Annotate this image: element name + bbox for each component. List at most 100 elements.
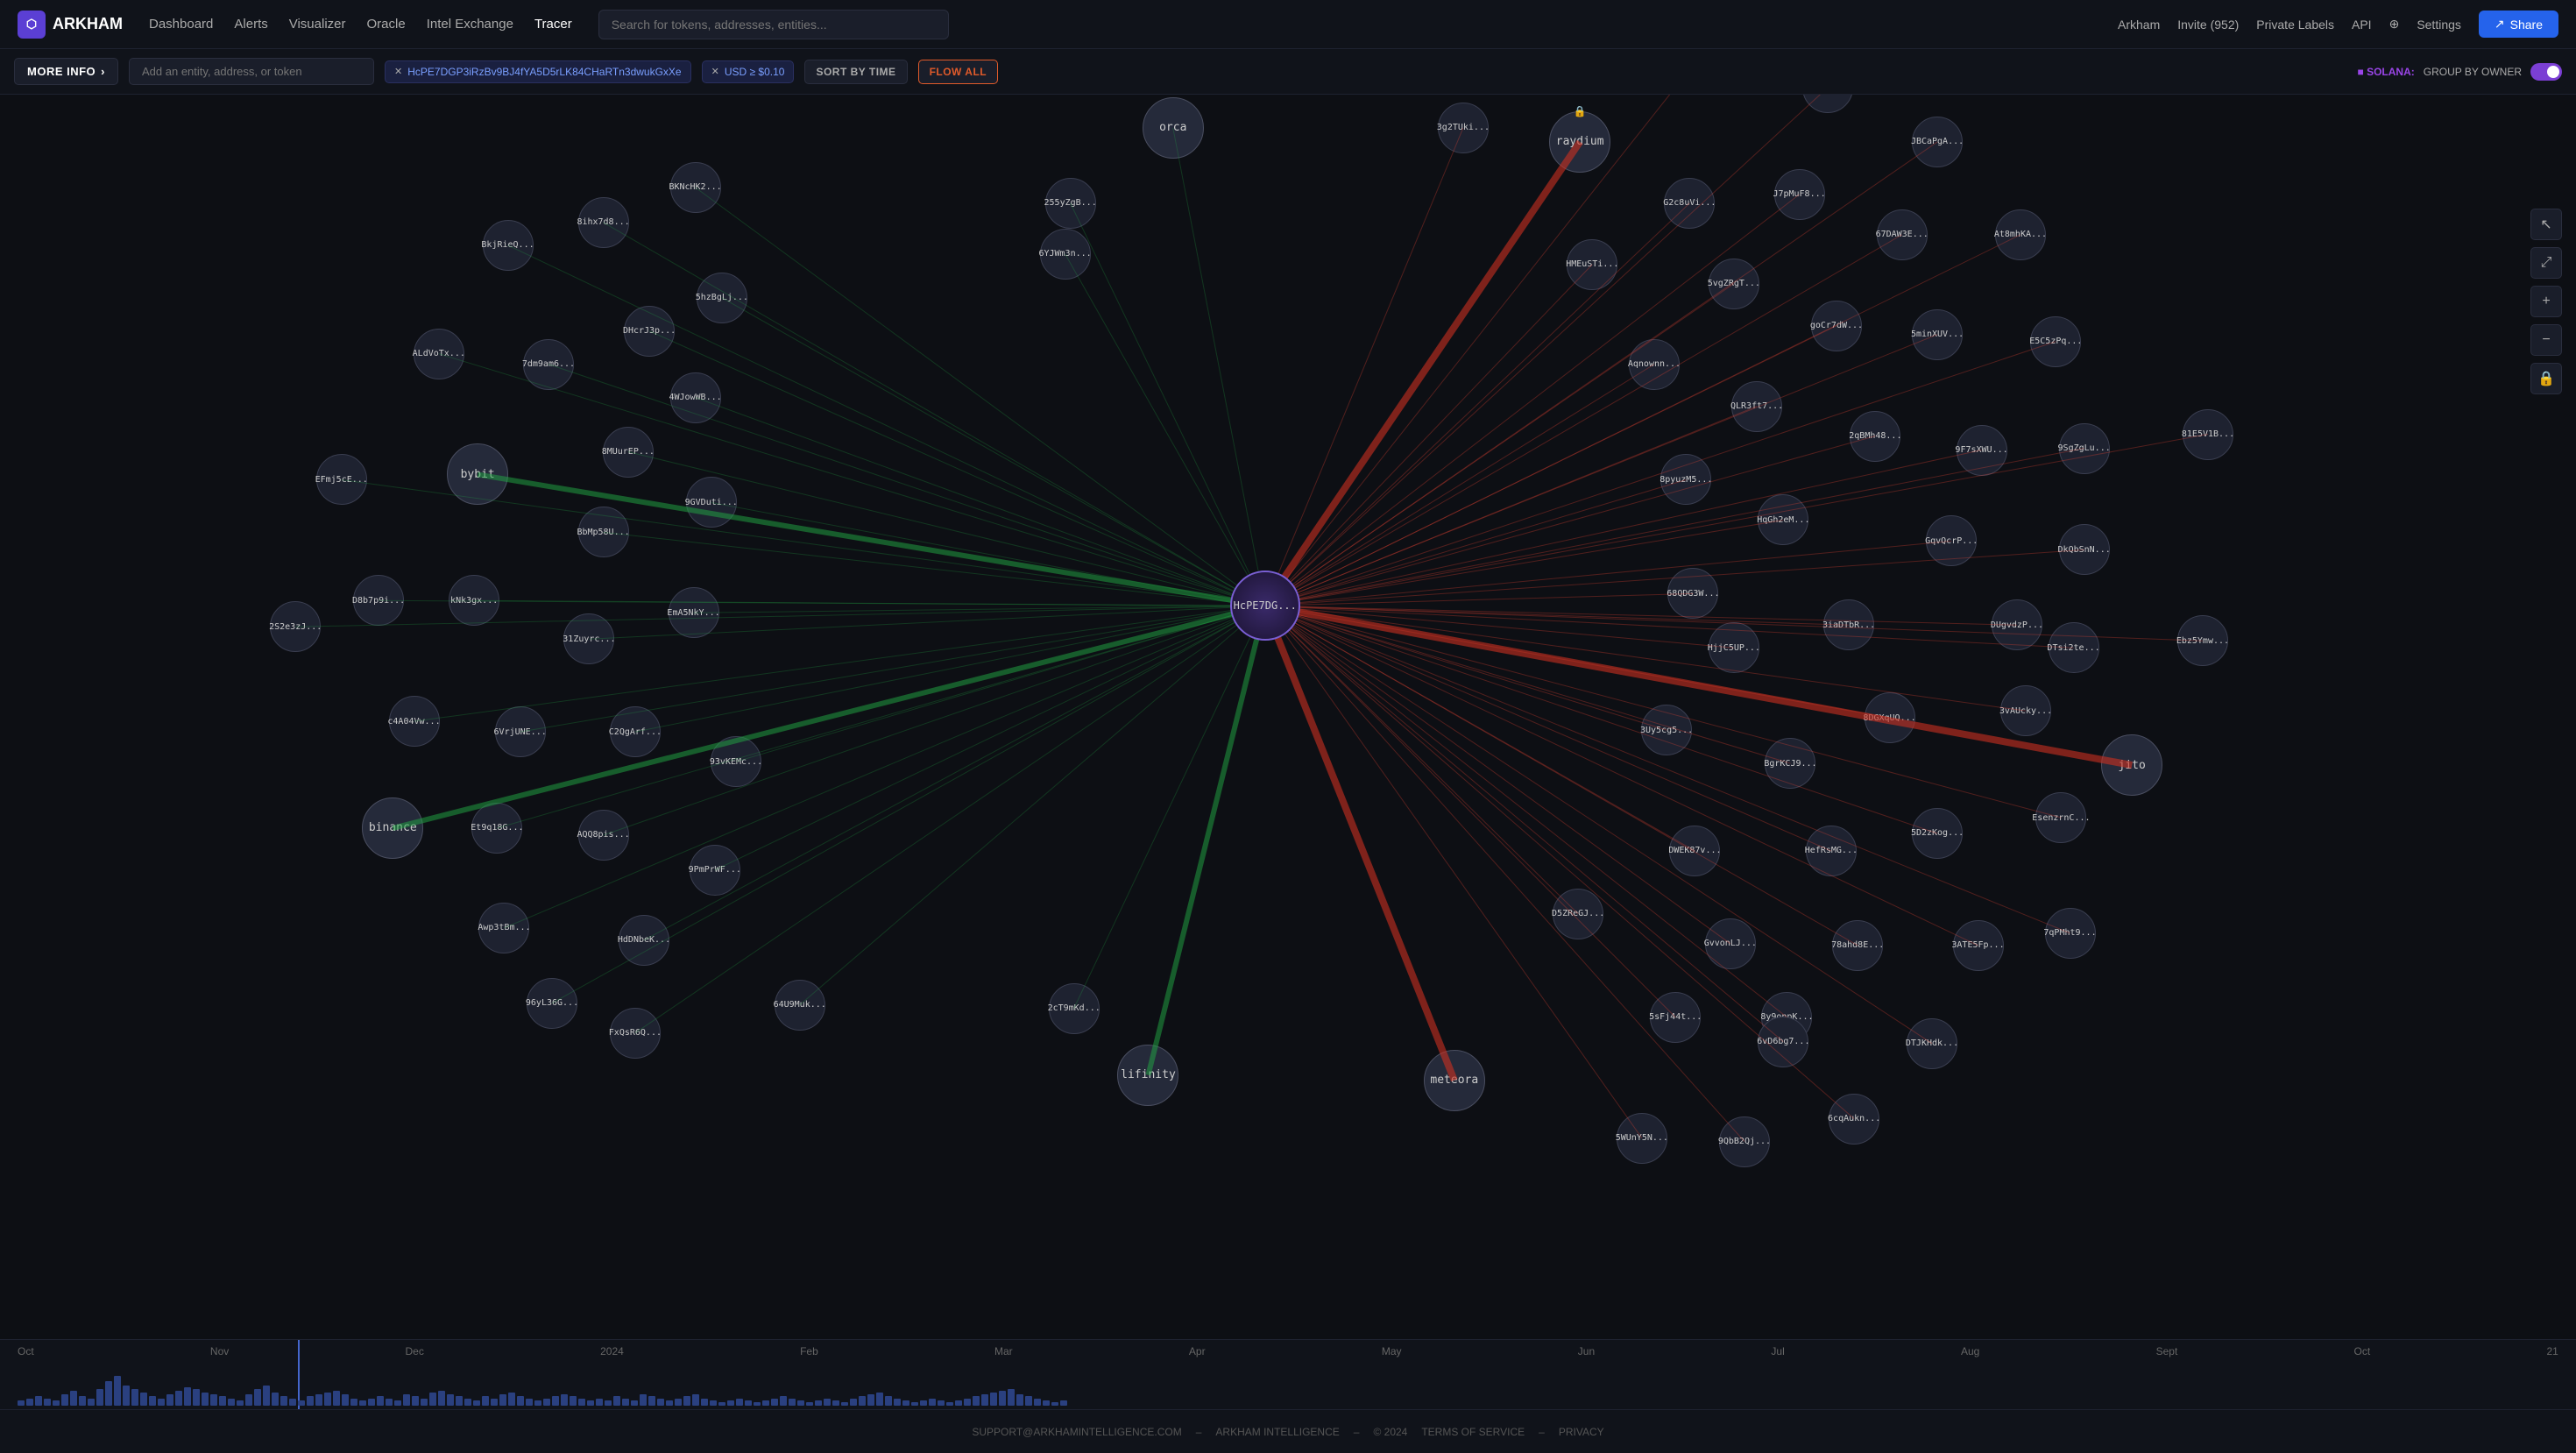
nav-dashboard[interactable]: Dashboard bbox=[149, 13, 213, 35]
graph-node-n1[interactable]: orca bbox=[1143, 97, 1204, 159]
graph-node-n23[interactable]: 81E5V1B... bbox=[2183, 409, 2233, 460]
expand-tool[interactable]: ⤢ bbox=[2530, 247, 2562, 279]
logo[interactable]: ⬡ ARKHAM bbox=[18, 11, 123, 39]
nav-visualizer[interactable]: Visualizer bbox=[289, 13, 346, 35]
graph-node-n43[interactable]: D5ZReGJ... bbox=[1553, 889, 1603, 939]
graph-node-n50[interactable]: 6vD6bg7... bbox=[1758, 1017, 1808, 1067]
nav-invite[interactable]: Invite (952) bbox=[2177, 18, 2239, 32]
nav-intel-exchange[interactable]: Intel Exchange bbox=[427, 13, 513, 35]
graph-node-n74[interactable]: 31Zuyrc... bbox=[563, 613, 614, 664]
sort-button[interactable]: SORT BY TIME bbox=[804, 60, 907, 84]
nav-api[interactable]: API bbox=[2352, 18, 2372, 32]
graph-node-n2[interactable]: raydium🔒 bbox=[1549, 111, 1610, 173]
graph-node-n13[interactable]: At8mhKA... bbox=[1995, 209, 2046, 260]
graph-node-n79[interactable]: BbMp58U... bbox=[578, 507, 629, 557]
graph-node-n19[interactable]: QLR3ft7... bbox=[1731, 381, 1782, 432]
graph-node-n41[interactable]: 5D2zKog... bbox=[1912, 808, 1963, 859]
graph-node-n72[interactable]: kNk3gx... bbox=[449, 575, 499, 626]
graph-node-n52[interactable]: 5WUnY5N... bbox=[1617, 1113, 1667, 1164]
graph-node-n77[interactable]: bybit bbox=[447, 443, 508, 505]
graph-node-n42[interactable]: EsenzrnC... bbox=[2035, 792, 2086, 843]
graph-node-n40[interactable]: HefRsMG... bbox=[1806, 826, 1857, 876]
graph-node-n38[interactable]: jito bbox=[2101, 734, 2162, 796]
graph-node-n85[interactable]: 5hzBgLj... bbox=[697, 273, 747, 323]
graph-node-n33[interactable]: Ebz5Ymw... bbox=[2177, 615, 2228, 666]
graph-node-n62[interactable]: Awp3tBm... bbox=[478, 903, 529, 953]
graph-node-n22[interactable]: 9SgZgLu... bbox=[2059, 423, 2110, 474]
nav-arkham[interactable]: Arkham bbox=[2118, 18, 2160, 32]
global-search[interactable] bbox=[598, 10, 949, 39]
graph-node-n78[interactable]: 8MUurEP... bbox=[603, 427, 654, 478]
graph-node-n86[interactable]: 8ihx7d8... bbox=[578, 197, 629, 248]
graph-node-n21[interactable]: 9F7sXWU... bbox=[1957, 425, 2007, 476]
entity-input[interactable] bbox=[129, 58, 374, 85]
timeline[interactable]: OctNovDec2024FebMarAprMayJunJulAugSeptOc… bbox=[0, 1339, 2576, 1409]
graph-node-n57[interactable]: 2cT9mKd... bbox=[1049, 983, 1100, 1034]
graph-node-n7[interactable]: JBCaPgA... bbox=[1912, 117, 1963, 167]
usd-filter-tag[interactable]: ✕ USD ≥ $0.10 bbox=[702, 60, 795, 83]
graph-node-n55[interactable]: meteora bbox=[1424, 1050, 1485, 1111]
graph-node-n34[interactable]: 3Uy5cg5... bbox=[1641, 705, 1692, 755]
graph-node-n15[interactable]: goCr7dW... bbox=[1811, 301, 1862, 351]
graph-node-n27[interactable]: DkQbSnN... bbox=[2059, 524, 2110, 575]
graph-node-n60[interactable]: 96yL36G... bbox=[527, 978, 577, 1029]
graph-node-n26[interactable]: GqvQcrP... bbox=[1926, 515, 1977, 566]
graph-node-n67[interactable]: c4A04Vw... bbox=[389, 696, 440, 747]
graph-node-n46[interactable]: 3ATE5Fp... bbox=[1953, 920, 2004, 971]
graph-node-n63[interactable]: AQQ8pis... bbox=[578, 810, 629, 861]
graph-node-n87[interactable]: BkjRieQ... bbox=[483, 220, 534, 271]
share-button[interactable]: ↗ Share bbox=[2479, 11, 2558, 38]
graph-node-n14[interactable]: 5vgZRgT... bbox=[1709, 259, 1759, 309]
graph-node-n44[interactable]: GvvonLJ... bbox=[1705, 918, 1756, 969]
graph-node-n71[interactable]: D8b7p9i... bbox=[353, 575, 404, 626]
center-node[interactable]: HcPE7DG... bbox=[1230, 571, 1300, 641]
graph-node-n81[interactable]: 4WJowWB... bbox=[670, 372, 721, 423]
graph-node-n68[interactable]: 6VrjUNE... bbox=[495, 706, 546, 757]
graph-node-n64[interactable]: Et9q18G... bbox=[471, 803, 522, 854]
nav-private-labels[interactable]: Private Labels bbox=[2256, 18, 2334, 32]
graph-node-n59[interactable]: FxQsR6Q... bbox=[610, 1008, 661, 1059]
nav-translate-icon[interactable]: ⊕ bbox=[2389, 17, 2400, 32]
nav-settings[interactable]: Settings bbox=[2417, 18, 2461, 32]
graph-node-n11[interactable]: HMEuSTi... bbox=[1567, 239, 1617, 290]
zoom-in-button[interactable]: + bbox=[2530, 286, 2562, 317]
graph-node-n32[interactable]: DTsi2te... bbox=[2049, 622, 2099, 673]
lock-button[interactable]: 🔒 bbox=[2530, 363, 2562, 394]
graph-node-n18[interactable]: Aqnownn... bbox=[1629, 339, 1680, 390]
graph-node-n35[interactable]: BgrKCJ9... bbox=[1765, 738, 1815, 789]
graph-node-n6[interactable]: DCrzUJv... bbox=[1802, 95, 1853, 113]
graph-node-n20[interactable]: 2qBMh48... bbox=[1850, 411, 1900, 462]
graph-node-n10[interactable]: 6YJWm3n... bbox=[1040, 229, 1091, 280]
nav-tracer[interactable]: Tracer bbox=[534, 13, 572, 35]
graph-node-n37[interactable]: 3vAUcky... bbox=[2000, 685, 2051, 736]
graph-node-n9[interactable]: J7pMuF8... bbox=[1774, 169, 1825, 220]
graph-node-n17[interactable]: E5C5zPq... bbox=[2030, 316, 2081, 367]
graph-node-n51[interactable]: DTJKHdk... bbox=[1907, 1018, 1957, 1069]
graph-node-n8[interactable]: G2c8uVi... bbox=[1664, 178, 1715, 229]
graph-node-n25[interactable]: HqGh2eM... bbox=[1758, 494, 1808, 545]
graph-node-n69[interactable]: C2QgArf... bbox=[610, 706, 661, 757]
graph-node-n66[interactable]: 9PmPrWF... bbox=[690, 845, 740, 896]
flow-button[interactable]: FLOW ALL bbox=[918, 60, 999, 84]
graph-node-n82[interactable]: ALdVoTx... bbox=[414, 329, 464, 379]
graph-node-n39[interactable]: DWEK87v... bbox=[1669, 826, 1720, 876]
graph-node-n73[interactable]: 2S2e3zJ... bbox=[270, 601, 321, 652]
graph-node-n53[interactable]: 9QbB2Qj... bbox=[1719, 1116, 1770, 1167]
footer-privacy[interactable]: PRIVACY bbox=[1559, 1426, 1604, 1438]
graph-node-n29[interactable]: HjjC5UP... bbox=[1709, 622, 1759, 673]
graph-node-n3[interactable]: 255yZgB... bbox=[1045, 178, 1096, 229]
more-info-button[interactable]: MORE INFO › bbox=[14, 58, 118, 85]
graph-node-n16[interactable]: 5minXUV... bbox=[1912, 309, 1963, 360]
nav-oracle[interactable]: Oracle bbox=[367, 13, 406, 35]
nav-alerts[interactable]: Alerts bbox=[234, 13, 267, 35]
graph-node-n24[interactable]: 8pyuzM5... bbox=[1660, 454, 1711, 505]
address-filter-tag[interactable]: ✕ HcPE7DGP3iRzBv9BJ4fYA5D5rLK84CHaRTn3dw… bbox=[385, 60, 691, 83]
graph-node-n70[interactable]: 93vKEMc... bbox=[711, 736, 761, 787]
graph-node-n56[interactable]: lifinity bbox=[1117, 1045, 1178, 1106]
graph-node-n65[interactable]: binance bbox=[362, 797, 423, 859]
graph-node-n61[interactable]: HdDNbeK... bbox=[619, 915, 669, 966]
graph-node-n28[interactable]: 68QDG3W... bbox=[1667, 568, 1718, 619]
graph-node-n45[interactable]: 78ahd8E... bbox=[1832, 920, 1883, 971]
graph-node-n58[interactable]: 64U9Muk... bbox=[775, 980, 825, 1031]
graph-node-n47[interactable]: 7qPMht9... bbox=[2045, 908, 2096, 959]
